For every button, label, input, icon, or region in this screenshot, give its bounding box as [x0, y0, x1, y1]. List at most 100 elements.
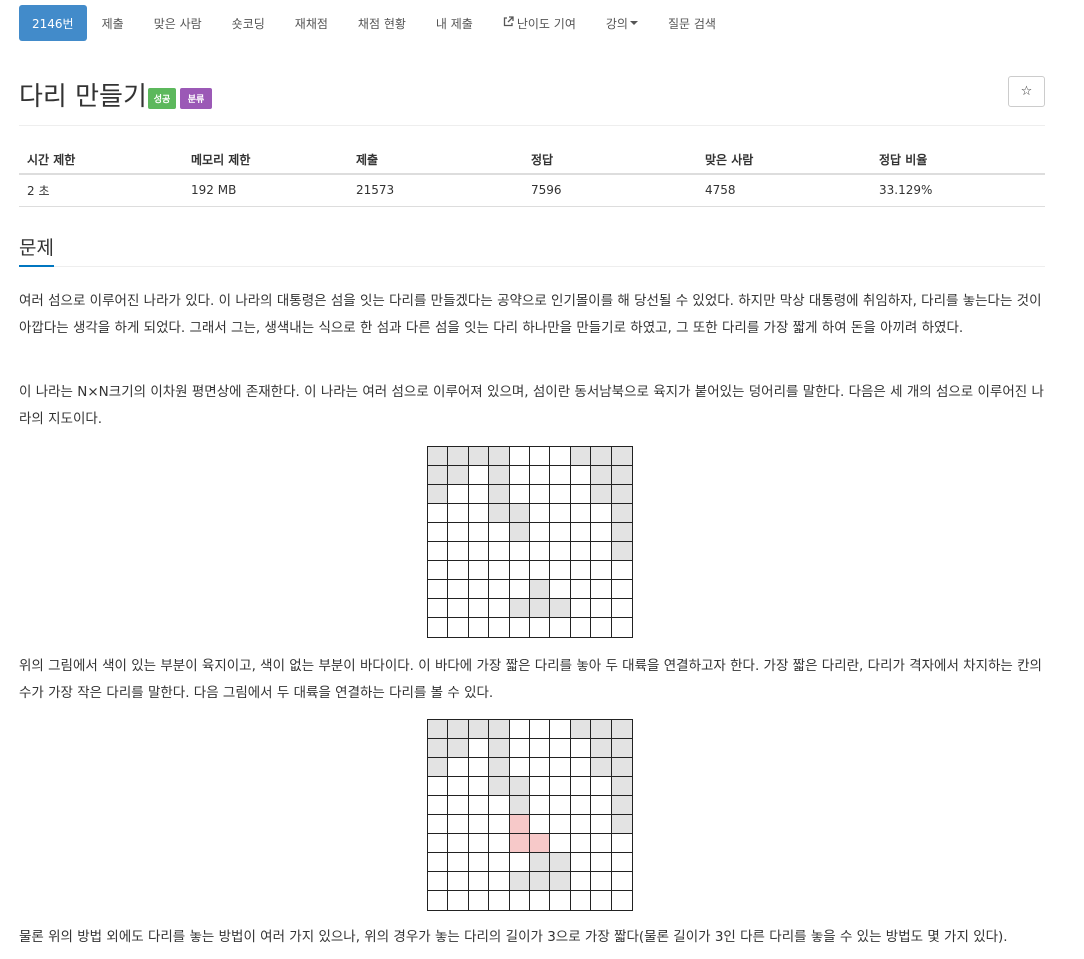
- land-cell: [509, 872, 530, 891]
- land-cell: [489, 758, 510, 777]
- land-cell: [611, 739, 632, 758]
- sea-cell: [550, 815, 571, 834]
- sea-cell: [570, 739, 592, 758]
- sea-cell: [570, 485, 592, 504]
- sea-cell: [448, 504, 469, 523]
- sea-cell: [591, 815, 612, 834]
- land-cell: [489, 739, 510, 758]
- sea-cell: [611, 891, 632, 910]
- sea-cell: [611, 834, 632, 853]
- sea-cell: [591, 523, 612, 542]
- problem-nav-tabs: 2146번 제출 맞은 사람 숏코딩 재채점 채점 현황 내 제출 난이도 기여…: [19, 5, 731, 41]
- sea-cell: [591, 796, 612, 815]
- problem-header: 다리 만들기 성공 분류 ☆: [19, 72, 1045, 126]
- submissions-value: 21573: [348, 174, 523, 207]
- sea-cell: [509, 739, 530, 758]
- tab-my-submissions[interactable]: 내 제출: [421, 5, 488, 41]
- sea-cell: [570, 758, 592, 777]
- sea-cell: [428, 618, 449, 637]
- sea-cell: [591, 872, 612, 891]
- tab-rejudge[interactable]: 재채점: [280, 5, 343, 41]
- sea-cell: [591, 542, 612, 561]
- sea-cell: [591, 853, 612, 872]
- sea-cell: [489, 542, 510, 561]
- sea-cell: [468, 618, 490, 637]
- sea-cell: [468, 580, 490, 599]
- land-cell: [489, 720, 510, 739]
- sea-cell: [570, 561, 592, 580]
- tab-difficulty-contribution[interactable]: 난이도 기여: [488, 5, 591, 41]
- category-badge[interactable]: 분류: [180, 88, 212, 109]
- sea-cell: [529, 758, 551, 777]
- land-cell: [611, 504, 632, 523]
- favorite-star-button[interactable]: ☆: [1008, 76, 1045, 107]
- sea-cell: [448, 523, 469, 542]
- tab-question-search[interactable]: 질문 검색: [653, 5, 731, 41]
- tab-problem-number[interactable]: 2146번: [19, 5, 87, 41]
- land-cell: [550, 853, 571, 872]
- sea-cell: [448, 891, 469, 910]
- sea-cell: [448, 485, 469, 504]
- header-accepted-users: 맞은 사람: [697, 146, 871, 175]
- sea-cell: [489, 796, 510, 815]
- sea-cell: [448, 796, 469, 815]
- sea-cell: [428, 523, 449, 542]
- land-cell: [611, 796, 632, 815]
- sea-cell: [428, 834, 449, 853]
- sea-cell: [570, 466, 592, 485]
- info-value-row: 2 초 192 MB 21573 7596 4758 33.129%: [19, 174, 1045, 207]
- land-cell: [448, 739, 469, 758]
- land-cell: [591, 485, 612, 504]
- sea-cell: [489, 834, 510, 853]
- tab-short-coding[interactable]: 숏코딩: [217, 5, 280, 41]
- sea-cell: [489, 891, 510, 910]
- land-cell: [611, 720, 632, 739]
- sea-cell: [489, 523, 510, 542]
- sea-cell: [468, 796, 490, 815]
- sea-cell: [611, 599, 632, 618]
- sea-cell: [550, 891, 571, 910]
- land-cell: [509, 504, 530, 523]
- sea-cell: [570, 815, 592, 834]
- description-paragraph-2: 이 나라는 N×N크기의 이차원 평면상에 존재한다. 이 나라는 여러 섬으로…: [19, 384, 1044, 427]
- correct-value: 7596: [523, 174, 697, 207]
- sea-cell: [509, 466, 530, 485]
- sea-cell: [529, 720, 551, 739]
- sea-cell: [611, 618, 632, 637]
- island-map-figure: [427, 446, 633, 638]
- land-cell: [611, 542, 632, 561]
- memory-limit-value: 192 MB: [183, 174, 348, 207]
- land-cell: [611, 485, 632, 504]
- sea-cell: [611, 853, 632, 872]
- land-cell: [448, 447, 469, 466]
- header-submissions: 제출: [348, 146, 523, 175]
- sea-cell: [550, 523, 571, 542]
- sea-cell: [550, 758, 571, 777]
- sea-cell: [468, 853, 490, 872]
- sea-cell: [509, 720, 530, 739]
- land-cell: [570, 720, 592, 739]
- land-cell: [428, 485, 449, 504]
- tab-accepted-users[interactable]: 맞은 사람: [139, 5, 217, 41]
- success-badge[interactable]: 성공: [148, 88, 176, 109]
- sea-cell: [428, 542, 449, 561]
- tab-lectures-dropdown[interactable]: 강의: [591, 5, 653, 41]
- description-paragraph-3: 위의 그림에서 색이 있는 부분이 육지이고, 색이 없는 부분이 바다이다. …: [19, 658, 1042, 701]
- header-correct: 정답: [523, 146, 697, 175]
- sea-cell: [509, 447, 530, 466]
- sea-cell: [591, 834, 612, 853]
- tab-judge-status[interactable]: 채점 현황: [343, 5, 421, 41]
- land-cell: [468, 447, 490, 466]
- bridge-cell: [509, 815, 530, 834]
- land-cell: [591, 447, 612, 466]
- sea-cell: [509, 485, 530, 504]
- sea-cell: [611, 561, 632, 580]
- info-header-row: 시간 제한 메모리 제한 제출 정답 맞은 사람 정답 비율: [19, 146, 1045, 175]
- sea-cell: [570, 542, 592, 561]
- sea-cell: [448, 580, 469, 599]
- sea-cell: [428, 599, 449, 618]
- sea-cell: [489, 580, 510, 599]
- tab-submit[interactable]: 제출: [87, 5, 139, 41]
- sea-cell: [489, 599, 510, 618]
- land-cell: [611, 447, 632, 466]
